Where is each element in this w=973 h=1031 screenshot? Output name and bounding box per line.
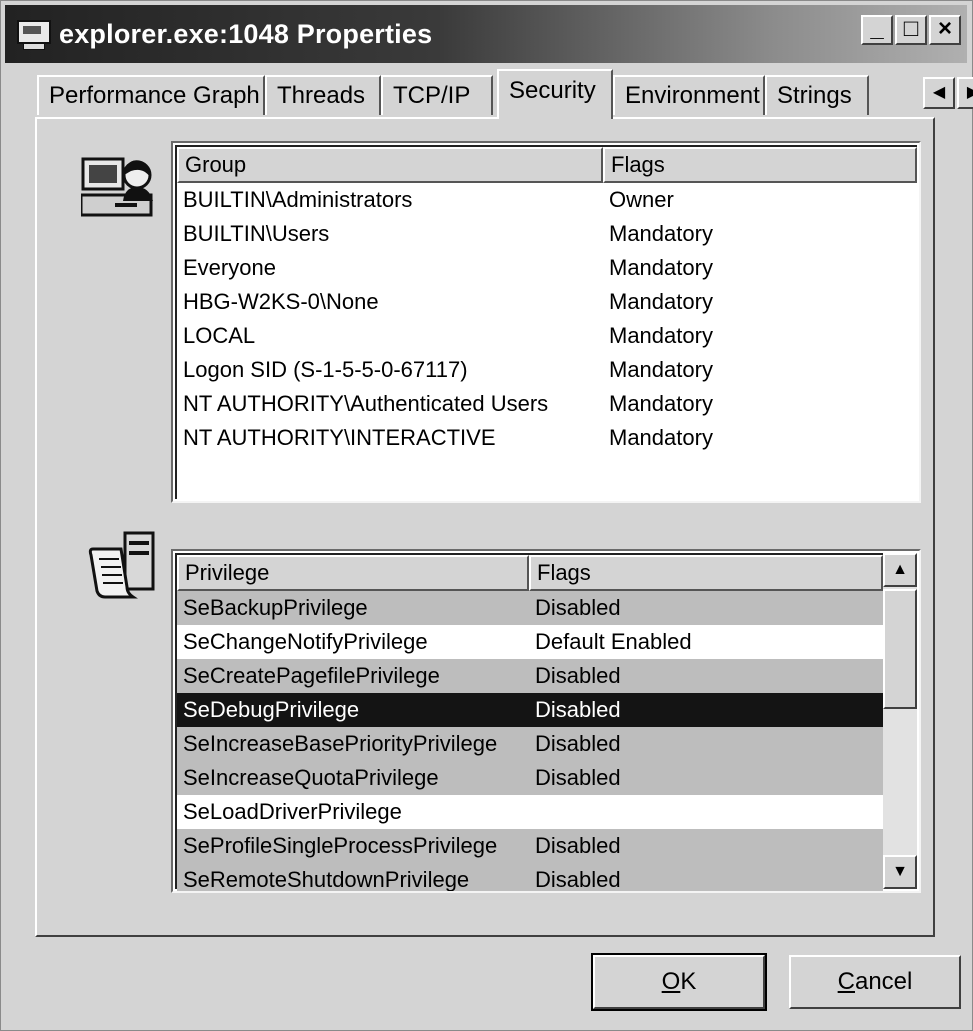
cancel-button[interactable]: Cancel — [789, 955, 961, 1009]
privilege-column-header[interactable]: Privilege — [177, 555, 529, 591]
privilege-name: SeProfileSingleProcessPrivilege — [183, 833, 498, 858]
group-column-header[interactable]: Group — [177, 147, 603, 183]
privilege-flags-column-header[interactable]: Flags — [529, 555, 883, 591]
privilege-name: SeIncreaseQuotaPrivilege — [183, 765, 439, 790]
tab-security[interactable]: Security — [497, 69, 613, 119]
privilege-name: SeDebugPrivilege — [183, 697, 360, 722]
group-flags: Mandatory — [609, 425, 713, 450]
privilege-row[interactable]: SeProfileSingleProcessPrivilege Disabled — [177, 829, 883, 863]
group-row[interactable]: NT AUTHORITY\INTERACTIVE Mandatory — [177, 421, 917, 455]
window-title: explorer.exe:1048 Properties — [59, 18, 433, 49]
privilege-name: SeChangeNotifyPrivilege — [183, 629, 428, 654]
ok-label: K — [680, 968, 697, 995]
scroll-up-button[interactable]: ▲ — [883, 553, 917, 587]
privilege-flags: Disabled — [535, 867, 621, 892]
privilege-flags: Default Enabled — [535, 629, 692, 654]
scroll-thumb[interactable] — [883, 589, 917, 709]
scroll-down-button[interactable]: ▼ — [883, 855, 917, 889]
tab-threads[interactable]: Threads — [265, 75, 381, 115]
groups-rows: BUILTIN\Administrators Owner BUILTIN\Users… — [177, 183, 917, 455]
groups-header: Group Flags — [177, 147, 917, 183]
cancel-accelerator: C — [837, 968, 855, 995]
privileges-list[interactable]: Privilege Flags SeBackupPrivilege Disable… — [171, 549, 921, 893]
privilege-flags: Disabled — [535, 731, 621, 756]
privilege-row[interactable]: SeLoadDriverPrivilege — [177, 795, 883, 829]
window-controls: _ □ × — [861, 15, 961, 45]
group-name: HBG-W2KS-0\None — [183, 289, 379, 314]
privilege-name: SeLoadDriverPrivilege — [183, 799, 402, 824]
tab-environment[interactable]: Environment — [613, 75, 765, 115]
group-row[interactable]: Everyone Mandatory — [177, 251, 917, 285]
group-name: NT AUTHORITY\Authenticated Users — [183, 391, 549, 416]
privilege-name: SeIncreaseBasePriorityPrivilege — [183, 731, 498, 756]
privilege-flags: Disabled — [535, 833, 621, 858]
group-name: NT AUTHORITY\INTERACTIVE — [183, 425, 496, 450]
group-row[interactable]: BUILTIN\Administrators Owner — [177, 183, 917, 217]
properties-window: explorer.exe:1048 Properties _ □ × Perfo… — [0, 0, 973, 1031]
privilege-flags: Disabled — [535, 595, 621, 620]
privilege-flags: Disabled — [535, 663, 621, 688]
group-row[interactable]: NT AUTHORITY\Authenticated Users Mandator… — [177, 387, 917, 421]
group-name: BUILTIN\Administrators — [183, 187, 413, 212]
groups-list[interactable]: Group Flags BUILTIN\Administrators Owner B… — [171, 141, 921, 503]
privilege-flags: Disabled — [535, 765, 621, 790]
privilege-flags: Disabled — [535, 697, 621, 722]
cancel-label: ancel — [854, 968, 913, 995]
close-button[interactable]: × — [929, 15, 961, 45]
privilege-name: SeBackupPrivilege — [183, 595, 368, 620]
privilege-name: SeRemoteShutdownPrivilege — [183, 867, 470, 892]
title-bar[interactable]: explorer.exe:1048 Properties _ □ × — [5, 5, 967, 63]
tab-performance-graph[interactable]: Performance Graph — [37, 75, 265, 115]
group-flags: Mandatory — [609, 357, 713, 382]
privileges-scrollbar[interactable]: ▲ ▼ — [883, 553, 917, 889]
group-flags: Mandatory — [609, 323, 713, 348]
group-row[interactable]: Logon SID (S-1-5-5-0-67117) Mandatory — [177, 353, 917, 387]
tab-scroll-right-button[interactable]: ▶ — [957, 77, 973, 109]
tab-strings[interactable]: Strings — [765, 75, 869, 115]
group-row[interactable]: HBG-W2KS-0\None Mandatory — [177, 285, 917, 319]
privilege-row[interactable]: SeIncreaseBasePriorityPrivilege Disabled — [177, 727, 883, 761]
privilege-row[interactable]: SeBackupPrivilege Disabled — [177, 591, 883, 625]
group-name: BUILTIN\Users — [183, 221, 330, 246]
privilege-row[interactable]: SeCreatePagefilePrivilege Disabled — [177, 659, 883, 693]
group-flags: Mandatory — [609, 255, 713, 280]
group-flags: Owner — [609, 187, 674, 212]
process-explorer-icon — [15, 19, 51, 50]
tab-scroll-buttons: ◀ ▶ — [923, 77, 973, 109]
group-name: Everyone — [183, 255, 276, 280]
ok-accelerator: O — [661, 968, 681, 995]
privileges-header: Privilege Flags — [177, 555, 883, 591]
security-tab-page: Group Flags BUILTIN\Administrators Owner B… — [35, 117, 935, 937]
tab-scroll-left-button[interactable]: ◀ — [923, 77, 955, 109]
user-computer-icon — [81, 157, 153, 217]
privilege-scroll-icon — [88, 531, 155, 599]
privilege-row[interactable]: SeRemoteShutdownPrivilege Disabled — [177, 863, 883, 892]
group-row[interactable]: BUILTIN\Users Mandatory — [177, 217, 917, 251]
tab-tcpip[interactable]: TCP/IP — [381, 75, 493, 115]
group-flags: Mandatory — [609, 221, 713, 246]
privilege-flags — [529, 795, 883, 829]
privilege-row[interactable]: SeChangeNotifyPrivilege Default Enabled — [177, 625, 883, 659]
group-name: LOCAL — [183, 323, 256, 348]
maximize-button[interactable]: □ — [895, 15, 927, 45]
privilege-row[interactable]: SeIncreaseQuotaPrivilege Disabled — [177, 761, 883, 795]
privilege-row[interactable]: SeDebugPrivilege Disabled — [177, 693, 883, 727]
group-name: Logon SID (S-1-5-5-0-67117) — [183, 357, 468, 382]
group-flags: Mandatory — [609, 289, 713, 314]
group-row[interactable]: LOCAL Mandatory — [177, 319, 917, 353]
privilege-name: SeCreatePagefilePrivilege — [183, 663, 440, 688]
minimize-button[interactable]: _ — [861, 15, 893, 45]
flags-column-header[interactable]: Flags — [603, 147, 917, 183]
privileges-rows: SeBackupPrivilege Disabled SeChangeNotifyP… — [177, 591, 883, 892]
group-flags: Mandatory — [609, 391, 713, 416]
ok-button[interactable]: OK — [591, 953, 767, 1011]
